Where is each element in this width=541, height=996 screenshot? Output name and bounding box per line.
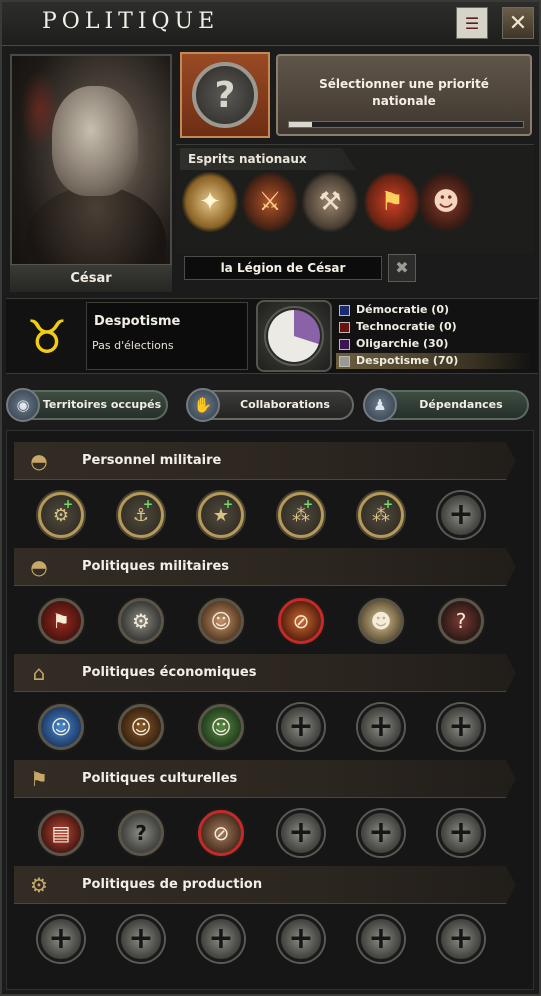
add-slot[interactable]: + — [438, 704, 484, 750]
select-focus-label: Sélectionner une priorité nationale — [319, 77, 489, 108]
section-header: ⚑ Politiques culturelles — [14, 760, 516, 798]
tab-dependencies[interactable]: ♟ Dépendances — [363, 388, 529, 422]
add-plus-icon: + — [222, 497, 233, 511]
add-slot[interactable]: + — [38, 916, 84, 962]
golden-bull-icon: ♉ — [26, 310, 68, 364]
high-command-slot-2[interactable]: ⁂ + — [358, 492, 404, 538]
workshop-icon[interactable]: ⚒ — [302, 172, 358, 232]
high-command-slot-1[interactable]: ⁂ + — [278, 492, 324, 538]
leader-portrait[interactable] — [10, 54, 172, 292]
popularity-legend: Démocratie (0) Technocratie (0) Oligarchie… — [336, 302, 532, 370]
legend-label: Despotisme (70) — [356, 354, 459, 367]
section-header: ◓ Politiques militaires — [14, 548, 516, 586]
air-chief-slot[interactable]: ★ + — [198, 492, 244, 538]
legion-banner-icon[interactable]: ⚑ — [364, 172, 420, 232]
add-slot[interactable]: + — [278, 810, 324, 856]
panel-title: Politique — [42, 9, 220, 34]
election-status: Pas d'élections — [92, 339, 174, 352]
close-button[interactable]: ✕ — [502, 7, 534, 39]
ideology-name: Despotisme — [94, 314, 181, 329]
helmet-icon: ◓ — [30, 449, 48, 473]
politics-panel: Politique ☰ ✕ César ? Sélectionner une p… — [0, 0, 541, 996]
unknown-policy[interactable]: ? — [118, 810, 164, 856]
question-mark-laurel-icon: ? — [192, 62, 258, 128]
add-plus-icon: + — [142, 497, 153, 511]
legend-swatch — [339, 322, 350, 333]
legend-item[interactable]: Despotisme (70) — [336, 353, 532, 369]
legend-label: Démocratie (0) — [356, 303, 450, 316]
section-header: ◓ Personnel militaire — [14, 442, 516, 480]
add-slot[interactable]: + — [358, 810, 404, 856]
flag-icon: ⚑ — [30, 767, 48, 791]
section-title: Politiques culturelles — [82, 771, 238, 786]
add-plus-icon: + — [302, 497, 313, 511]
add-slot[interactable]: + — [438, 810, 484, 856]
armored-warrior-icon[interactable]: ⚔ — [242, 172, 298, 232]
navy-chief-slot[interactable]: ⚓ + — [118, 492, 164, 538]
section-header: ⌂ Politiques économiques — [14, 654, 516, 692]
add-slot[interactable]: + — [358, 704, 404, 750]
national-spirits-label: Esprits nationaux — [180, 148, 356, 170]
faction-arrows-icon[interactable]: ✖ — [388, 254, 416, 282]
add-slot[interactable]: + — [278, 704, 324, 750]
bank-icon: ⌂ — [32, 661, 46, 685]
compass-laurel-icon[interactable]: ✦ — [182, 172, 238, 232]
handshake-icon: ✋ — [186, 388, 220, 422]
panel-header: Politique ☰ ✕ — [2, 2, 539, 46]
legend-item[interactable]: Technocratie (0) — [336, 319, 532, 335]
vault-boy-policy-1[interactable]: ☺ — [38, 704, 84, 750]
faction-name[interactable]: la Légion de César — [184, 256, 382, 280]
add-slot[interactable]: + — [358, 916, 404, 962]
legend-item[interactable]: Démocratie (0) — [336, 302, 532, 318]
tab-territories[interactable]: ◉ Territoires occupés — [6, 388, 168, 422]
popularity-pie-frame — [256, 300, 332, 372]
add-slot[interactable]: + — [198, 916, 244, 962]
soldier-policy[interactable]: ☻ — [358, 598, 404, 644]
ideology-box — [86, 302, 248, 370]
select-focus-button[interactable]: Sélectionner une priorité nationale — [276, 54, 532, 136]
leader-name: César — [10, 264, 172, 292]
soldier-portrait-icon[interactable]: ☻ — [418, 172, 474, 232]
legend-swatch — [339, 305, 350, 316]
add-plus-icon: + — [382, 497, 393, 511]
section-title: Personnel militaire — [82, 453, 222, 468]
section-title: Politiques de production — [82, 877, 263, 892]
gears-icon: ⚙ — [30, 873, 48, 897]
add-slot[interactable]: + — [278, 916, 324, 962]
add-slot[interactable]: + — [118, 916, 164, 962]
tab-collaborations[interactable]: ✋ Collaborations — [186, 388, 354, 422]
focus-progress-bar — [288, 121, 524, 128]
torn-banner-policy[interactable]: ⚑ — [38, 598, 84, 644]
vault-boy-policy-3[interactable]: ☺ — [198, 704, 244, 750]
army-chief-slot[interactable]: ⚙ + — [38, 492, 84, 538]
legend-swatch — [339, 339, 350, 350]
banned-fire-policy[interactable]: ⊘ — [278, 598, 324, 644]
globe-icon: ◉ — [6, 388, 40, 422]
section-header: ⚙ Politiques de production — [14, 866, 516, 904]
section-title: Politiques militaires — [82, 559, 230, 574]
magazine-policy[interactable]: ▤ — [38, 810, 84, 856]
popularity-pie — [264, 306, 324, 366]
pawn-icon: ♟ — [363, 388, 397, 422]
national-focus-icon[interactable]: ? — [180, 52, 270, 138]
add-slot[interactable]: + — [438, 492, 484, 538]
unknown-soldier-policy[interactable]: ? — [438, 598, 484, 644]
legend-label: Technocratie (0) — [356, 320, 457, 333]
slave-policy[interactable]: ☺ — [198, 598, 244, 644]
vault-boy-policy-2[interactable]: ☺ — [118, 704, 164, 750]
legend-item[interactable]: Oligarchie (30) — [336, 336, 532, 352]
legend-label: Oligarchie (30) — [356, 337, 449, 350]
ledger-icon[interactable]: ☰ — [456, 7, 488, 39]
add-plus-icon: + — [62, 497, 73, 511]
section-title: Politiques économiques — [82, 665, 257, 680]
helmet-icon: ◓ — [30, 555, 48, 579]
legend-swatch — [339, 356, 350, 367]
prohibition-policy[interactable]: ⊘ — [198, 810, 244, 856]
add-slot[interactable]: + — [438, 916, 484, 962]
robot-policy[interactable]: ⚙ — [118, 598, 164, 644]
